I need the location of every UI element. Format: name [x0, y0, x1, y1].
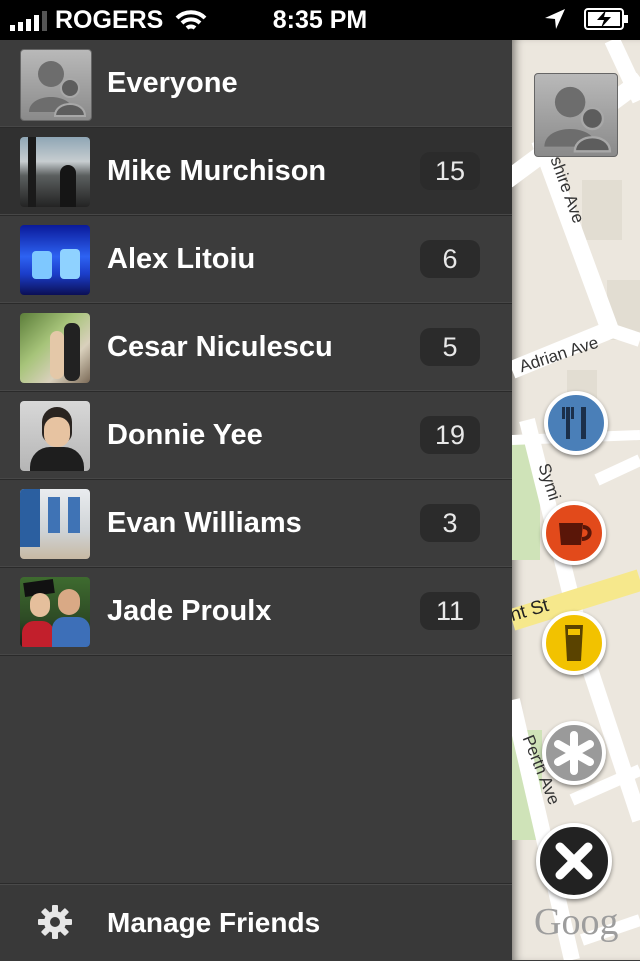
manage-friends-label: Manage Friends [107, 907, 321, 938]
friend-name: Mike Murchison [107, 155, 327, 187]
friend-avatar [20, 137, 90, 207]
friend-name: Donnie Yee [107, 419, 263, 451]
status-bar: ROGERS 8:35 PM [0, 0, 640, 40]
close-icon[interactable] [536, 823, 612, 899]
friend-row[interactable]: Alex Litoiu 6 [0, 216, 512, 304]
map-view[interactable]: Adrian Ave shire Ave Symi nt St Perth Av… [512, 40, 640, 960]
cafe-pin-icon[interactable] [542, 501, 606, 565]
friend-count-badge: 6 [420, 240, 480, 278]
restaurant-pin-icon[interactable] [544, 391, 608, 455]
friend-name: Evan Williams [107, 507, 302, 539]
gear-icon [38, 905, 72, 939]
friend-row[interactable]: Cesar Niculescu 5 [0, 304, 512, 392]
everyone-avatar-icon [20, 49, 92, 121]
map-streets [512, 40, 640, 960]
friend-count-badge: 15 [420, 152, 480, 190]
friend-row[interactable]: Donnie Yee 19 [0, 392, 512, 480]
friend-avatar [20, 225, 90, 295]
bar-pin-icon[interactable] [542, 611, 606, 675]
friends-drawer: Everyone Mike Murchison 15 Alex Litoiu 6… [0, 40, 512, 961]
everyone-label: Everyone [107, 67, 238, 99]
friend-name: Cesar Niculescu [107, 331, 333, 363]
friend-count-badge: 3 [420, 504, 480, 542]
location-arrow-icon [545, 9, 565, 29]
friend-row[interactable]: Jade Proulx 11 [0, 568, 512, 656]
battery-charging-icon [584, 8, 628, 30]
everyone-row[interactable]: Everyone [0, 40, 512, 128]
friend-count-badge: 5 [420, 328, 480, 366]
friend-avatar [20, 401, 90, 471]
friend-row[interactable]: Mike Murchison 15 [0, 128, 512, 216]
friend-avatar [20, 577, 90, 647]
friend-name: Alex Litoiu [107, 243, 256, 275]
friend-name: Jade Proulx [107, 595, 272, 627]
friend-row[interactable]: Evan Williams 3 [0, 480, 512, 568]
manage-friends-button[interactable]: Manage Friends [0, 883, 512, 961]
friend-count-badge: 19 [420, 416, 480, 454]
friend-count-badge: 11 [420, 592, 480, 630]
friend-avatar [20, 489, 90, 559]
map-watermark: Goog [534, 901, 619, 943]
map-everyone-avatar-icon[interactable] [534, 73, 618, 157]
friend-avatar [20, 313, 90, 383]
other-pin-icon[interactable] [542, 721, 606, 785]
